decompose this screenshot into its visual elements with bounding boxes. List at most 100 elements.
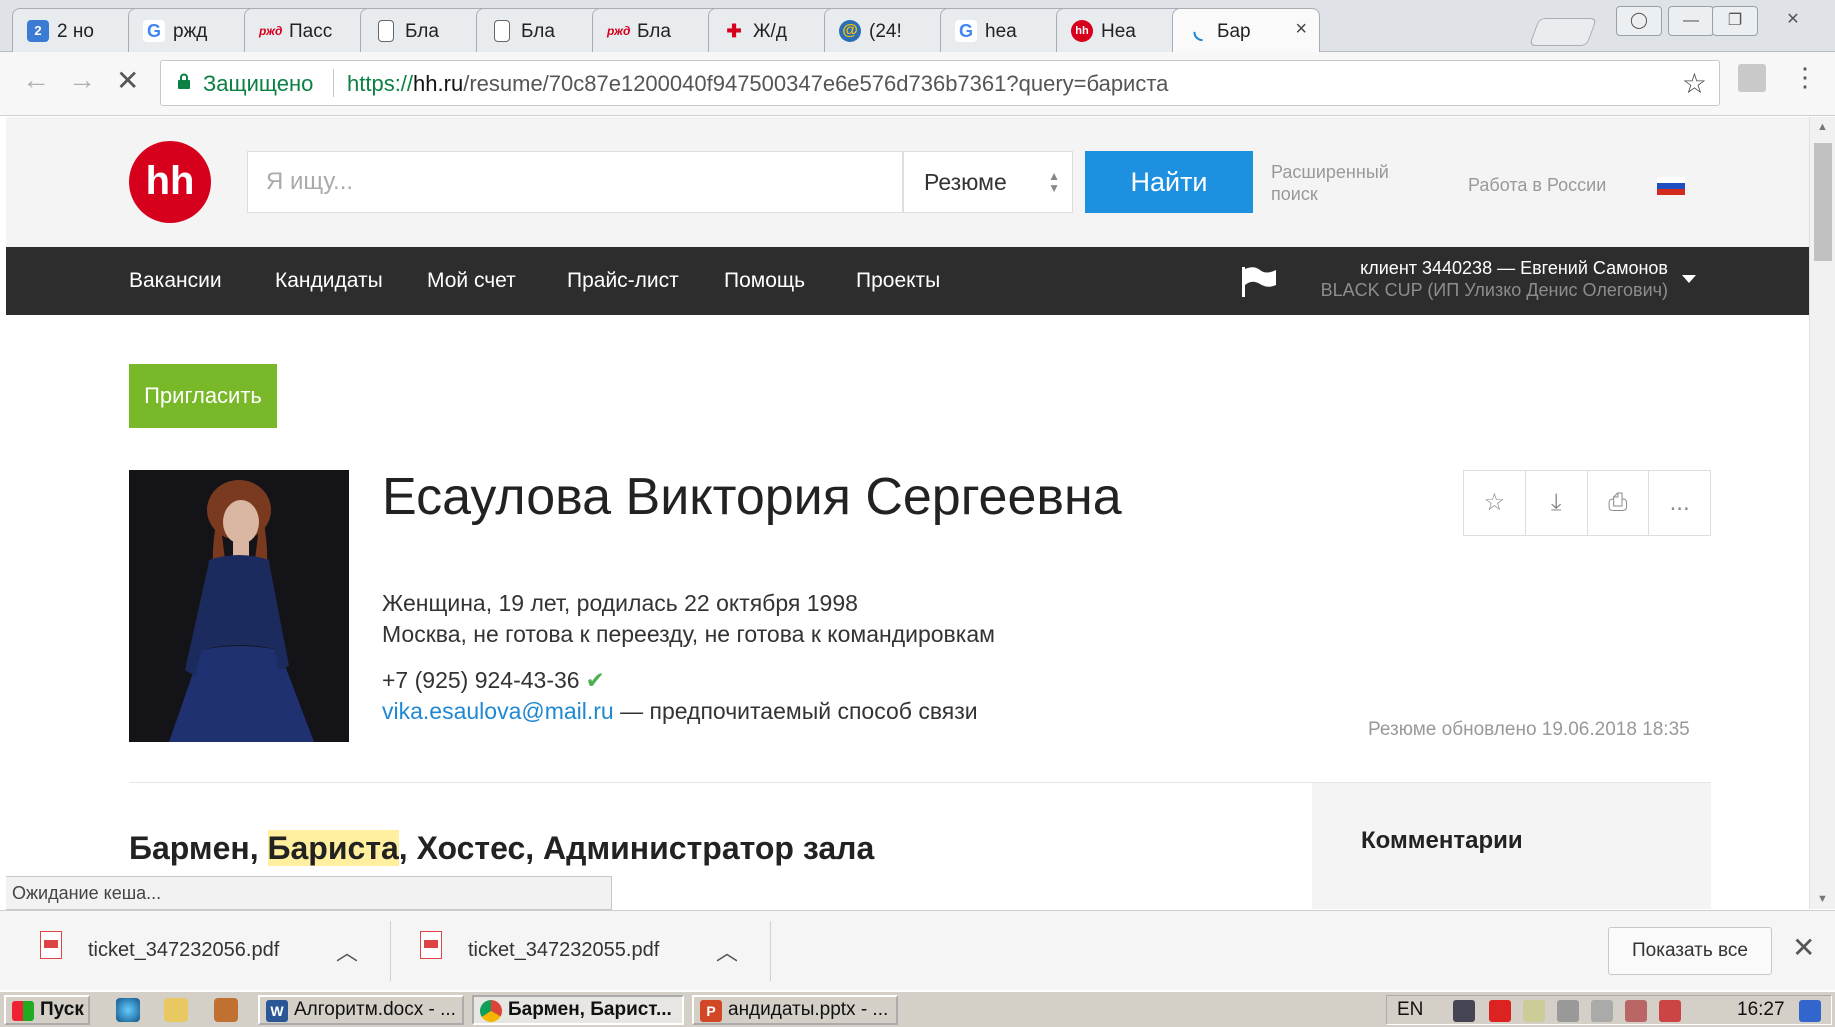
tab-label: ржд: [173, 21, 208, 42]
download-item[interactable]: ticket_347232055.pdf ︿: [420, 927, 750, 975]
page-viewport: hh Резюме ▲▼ Найти Расширенный поиск Раб…: [6, 117, 1809, 909]
powerpoint-icon: P: [700, 1000, 722, 1022]
stop-loading-icon[interactable]: ✕: [116, 64, 139, 97]
invite-button[interactable]: Пригласить: [129, 364, 277, 428]
task-label: Алгоритм.docx - ...: [294, 999, 456, 1020]
verified-check-icon: ✔: [585, 667, 605, 693]
taskbar-powerpoint[interactable]: P андидаты.pptx - ...: [692, 995, 898, 1025]
google-icon: G: [955, 20, 977, 42]
tab-label: Бла: [521, 21, 555, 42]
nav-item-price-list[interactable]: Прайс-лист: [567, 269, 679, 293]
download-filename: ticket_347232055.pdf: [468, 939, 660, 961]
candidate-phone[interactable]: +7 (925) 924-43-36: [382, 667, 580, 693]
resume-actions: ☆ ⤓ ⎙ ...: [1463, 470, 1711, 536]
download-filename: ticket_347232056.pdf: [88, 939, 280, 961]
region-link[interactable]: Работа в России: [1468, 175, 1606, 196]
extension-icon[interactable]: [1738, 64, 1766, 92]
search-box[interactable]: [247, 151, 903, 213]
tab-strip: 2 2 но × G ржд × ржд Пасс × Бла × Бла × …: [0, 0, 1835, 53]
task-label: андидаты.pptx - ...: [728, 999, 889, 1020]
bookmark-star-icon[interactable]: ☆: [1682, 67, 1707, 100]
url-text[interactable]: https://hh.ru/resume/70c87e1200040f94750…: [347, 71, 1168, 97]
browser-tab-11-active[interactable]: ◟ Бар ×: [1172, 8, 1320, 53]
hh-logo[interactable]: hh: [129, 141, 211, 223]
taskbar-word[interactable]: W Алгоритм.docx - ...: [258, 995, 464, 1025]
browser-toolbar: ← → ✕ Защищено https://hh.ru/resume/70c8…: [0, 52, 1835, 116]
nav-item-projects[interactable]: Проекты: [856, 269, 940, 293]
scroll-down-arrow-icon[interactable]: ▼: [1817, 893, 1828, 905]
number-badge-icon: 2: [27, 20, 49, 42]
acrobat-icon[interactable]: [1489, 1000, 1511, 1022]
show-all-downloads-button[interactable]: Показать все: [1608, 927, 1772, 975]
print-icon[interactable]: ⎙: [1588, 471, 1650, 535]
rzd-icon: ржд: [259, 24, 283, 38]
search-input[interactable]: [248, 152, 902, 212]
comments-panel: Комментарии: [1312, 783, 1711, 909]
page-scrollbar[interactable]: ▲ ▼: [1809, 117, 1835, 909]
search-type-select[interactable]: Резюме ▲ ▼: [903, 151, 1073, 213]
scroll-up-arrow-icon[interactable]: ▲: [1817, 121, 1828, 133]
task-label: Бармен, Барист...: [508, 999, 672, 1020]
tab-label: Ж/д: [753, 21, 787, 42]
minimize-button[interactable]: —: [1668, 6, 1714, 36]
advanced-search-line2: поиск: [1271, 184, 1318, 204]
restore-button[interactable]: ❐: [1712, 6, 1758, 36]
more-dots-icon[interactable]: ...: [1649, 471, 1710, 535]
download-icon[interactable]: ⤓: [1526, 471, 1588, 535]
nav-item-candidates[interactable]: Кандидаты: [275, 269, 383, 293]
tab-label: Бар: [1217, 21, 1251, 42]
menu-dots-icon[interactable]: ⋮: [1792, 62, 1818, 93]
url-protocol: https://: [347, 71, 414, 96]
railway-icon: ✚: [723, 20, 745, 42]
close-icon[interactable]: ×: [1295, 18, 1307, 41]
client-account-menu[interactable]: клиент 3440238 — Евгений Самонов BLACK C…: [1318, 257, 1668, 301]
candidate-location: Москва, не готова к переезду, не готова …: [382, 621, 995, 647]
window-close-button[interactable]: ✕: [1770, 6, 1816, 36]
advanced-search-line1: Расширенный: [1271, 162, 1389, 182]
advanced-search-link[interactable]: Расширенный поиск: [1271, 161, 1389, 205]
forward-arrow-icon[interactable]: →: [68, 64, 96, 96]
flag-icon[interactable]: [1240, 265, 1278, 297]
find-button[interactable]: Найти: [1085, 151, 1253, 213]
desktop-icon[interactable]: [1799, 1000, 1821, 1022]
caret-down-icon[interactable]: [1682, 275, 1696, 283]
start-button[interactable]: Пуск: [4, 995, 90, 1025]
ie-icon[interactable]: [116, 998, 140, 1022]
pdf-file-icon: [420, 931, 442, 959]
divider: [770, 921, 771, 981]
tool-icon[interactable]: [1523, 1000, 1545, 1022]
folder-icon[interactable]: [164, 998, 188, 1022]
address-bar[interactable]: Защищено https://hh.ru/resume/70c87e1200…: [160, 60, 1720, 106]
russia-flag-icon[interactable]: [1657, 177, 1685, 195]
taskbar-chrome[interactable]: Бармен, Барист...: [472, 995, 684, 1025]
new-tab-button[interactable]: [1528, 18, 1598, 46]
position-text: Бармен,: [129, 830, 268, 866]
desired-position: Бармен, Бариста, Хостес, Администратор з…: [129, 830, 874, 867]
signal-icon[interactable]: [1591, 1000, 1613, 1022]
windows-taskbar: Пуск W Алгоритм.docx - ... Бармен, Барис…: [0, 990, 1835, 1027]
language-indicator[interactable]: EN: [1397, 999, 1423, 1021]
chevron-up-icon[interactable]: ︿: [716, 935, 738, 967]
profile-icon[interactable]: ◯: [1616, 6, 1662, 36]
nav-item-my-account[interactable]: Мой счет: [427, 269, 516, 293]
device-icon[interactable]: [1557, 1000, 1579, 1022]
favorite-star-icon[interactable]: ☆: [1464, 471, 1526, 535]
close-icon[interactable]: ✕: [1792, 931, 1815, 964]
nav-item-help[interactable]: Помощь: [724, 269, 805, 293]
candidate-email-link[interactable]: vika.esaulova@mail.ru: [382, 698, 614, 724]
divider: [390, 921, 391, 981]
google-icon: G: [143, 20, 165, 42]
clock: 16:27: [1737, 999, 1785, 1020]
download-item[interactable]: ticket_347232056.pdf ︿: [40, 927, 370, 975]
network-icon[interactable]: [1453, 1000, 1475, 1022]
nav-item-vacancies[interactable]: Вакансии: [129, 269, 222, 293]
tab-label: Бла: [637, 21, 671, 42]
media-icon[interactable]: [214, 998, 238, 1022]
chevron-up-icon[interactable]: ︿: [336, 935, 358, 967]
back-arrow-icon[interactable]: ←: [22, 64, 50, 96]
email-note: — предпочитаемый способ связи: [613, 698, 978, 724]
scrollbar-thumb[interactable]: [1814, 143, 1832, 261]
alert-flag-icon[interactable]: [1659, 1000, 1681, 1022]
search-highlight: Бариста: [267, 830, 399, 866]
volume-muted-icon[interactable]: [1625, 1000, 1647, 1022]
